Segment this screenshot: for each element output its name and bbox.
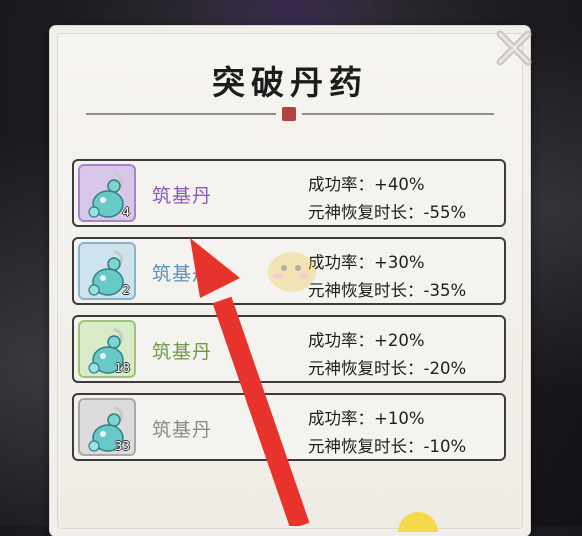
red-pointer-arrow [190, 238, 310, 526]
